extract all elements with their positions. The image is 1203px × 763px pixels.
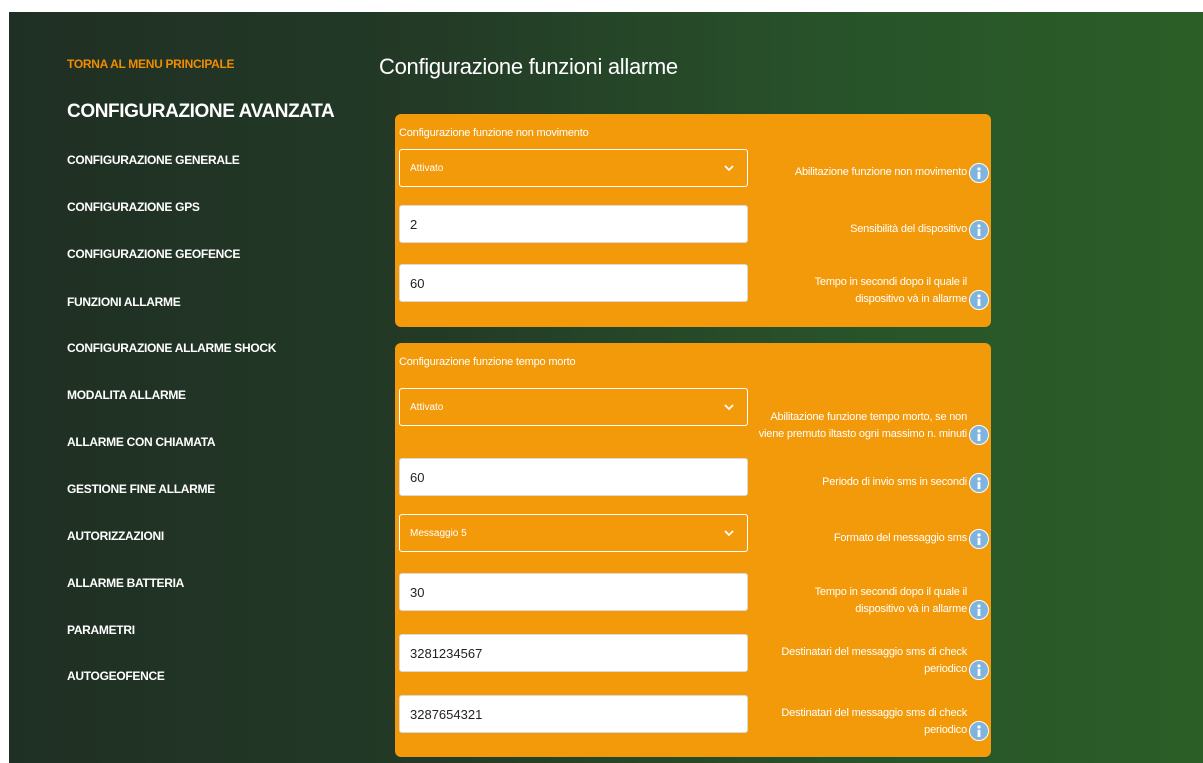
- sidebar-item-funzioni-allarme[interactable]: FUNZIONI ALLARME: [67, 295, 181, 309]
- description-text: Abilitazione funzione tempo morto, se no…: [758, 411, 967, 440]
- info-icon[interactable]: [969, 290, 989, 310]
- field-description: Destinatari del messaggio sms di check p…: [753, 691, 989, 741]
- sidebar-item-configurazione-generale[interactable]: CONFIGURAZIONE GENERALE: [67, 153, 240, 167]
- description-text: Tempo in secondi dopo il quale il dispos…: [814, 276, 968, 305]
- destinatari-sms-input-2[interactable]: [399, 695, 748, 733]
- info-icon[interactable]: [969, 660, 989, 680]
- sidebar-item-autorizzazioni[interactable]: AUTORIZZAZIONI: [67, 529, 164, 543]
- sidebar-item-autogeofence[interactable]: AUTOGEOFENCE: [67, 669, 165, 683]
- destinatari-sms-input-1[interactable]: [399, 634, 748, 672]
- field-description: Abilitazione funzione tempo morto, se no…: [753, 377, 989, 445]
- field-description: Tempo in secondi dopo il quale il dispos…: [779, 260, 989, 310]
- info-icon[interactable]: [969, 163, 989, 183]
- tempo-allarme-input[interactable]: [399, 264, 748, 302]
- field-description: Tempo in secondi dopo il quale il dispos…: [779, 570, 989, 620]
- sidebar-heading: CONFIGURAZIONE AVANZATA: [67, 101, 335, 122]
- app-window: TORNA AL MENU PRINCIPALE CONFIGURAZIONE …: [9, 12, 1203, 763]
- field-description: Periodo di invio sms in secondi: [753, 467, 989, 493]
- sidebar-item-allarme-batteria[interactable]: ALLARME BATTERIA: [67, 576, 184, 590]
- chevron-down-icon: [721, 399, 737, 415]
- sidebar-item-allarme-con-chiamata[interactable]: ALLARME CON CHIAMATA: [67, 435, 216, 449]
- panel-non-movimento: Configurazione funzione non movimento At…: [395, 114, 991, 327]
- sidebar-item-parametri[interactable]: PARAMETRI: [67, 623, 135, 637]
- info-icon[interactable]: [969, 473, 989, 493]
- info-icon[interactable]: [969, 220, 989, 240]
- select-value: Messaggio 5: [410, 527, 467, 539]
- chevron-down-icon: [721, 525, 737, 541]
- sidebar-item-configurazione-gps[interactable]: CONFIGURAZIONE GPS: [67, 200, 200, 214]
- sidebar-item-gestione-fine-allarme[interactable]: GESTIONE FINE ALLARME: [67, 482, 215, 496]
- sidebar-item-modalita-allarme[interactable]: MODALITA ALLARME: [67, 388, 186, 402]
- select-value: Attivato: [410, 162, 444, 174]
- formato-messaggio-select[interactable]: Messaggio 5: [399, 514, 748, 552]
- sidebar-item-configurazione-geofence[interactable]: CONFIGURAZIONE GEOFENCE: [67, 247, 240, 261]
- abilitazione-tempo-morto-select[interactable]: Attivato: [399, 388, 748, 426]
- sidebar-item-configurazione-allarme-shock[interactable]: CONFIGURAZIONE ALLARME SHOCK: [67, 341, 276, 355]
- panel-title: Configurazione funzione tempo morto: [399, 356, 576, 368]
- field-description: Formato del messaggio sms: [753, 523, 989, 549]
- select-value: Attivato: [410, 401, 444, 413]
- description-text: Sensibilità del dispositivo: [850, 223, 967, 235]
- sidebar: TORNA AL MENU PRINCIPALE CONFIGURAZIONE …: [9, 12, 369, 763]
- description-text: Destinatari del messaggio sms di check p…: [781, 646, 967, 675]
- field-description: Abilitazione funzione non movimento: [753, 157, 989, 183]
- panel-tempo-morto: Configurazione funzione tempo morto Atti…: [395, 343, 991, 757]
- sensibilita-input[interactable]: [399, 205, 748, 243]
- description-text: Tempo in secondi dopo il quale il dispos…: [814, 586, 968, 615]
- info-icon[interactable]: [969, 600, 989, 620]
- tempo-allarme-tempo-morto-input[interactable]: [399, 573, 748, 611]
- abilitazione-non-movimento-select[interactable]: Attivato: [399, 149, 748, 187]
- info-icon[interactable]: [969, 529, 989, 549]
- periodo-invio-sms-input[interactable]: [399, 458, 748, 496]
- field-description: Sensibilità del dispositivo: [753, 214, 989, 240]
- description-text: Abilitazione funzione non movimento: [794, 166, 967, 178]
- chevron-down-icon: [721, 160, 737, 176]
- panel-title: Configurazione funzione non movimento: [399, 127, 589, 139]
- field-description: Destinatari del messaggio sms di check p…: [753, 630, 989, 680]
- page-title: Configurazione funzioni allarme: [379, 54, 678, 79]
- back-to-main-menu-link[interactable]: TORNA AL MENU PRINCIPALE: [67, 57, 235, 71]
- info-icon[interactable]: [969, 721, 989, 741]
- info-icon[interactable]: [969, 425, 989, 445]
- description-text: Destinatari del messaggio sms di check p…: [781, 707, 967, 736]
- description-text: Formato del messaggio sms: [833, 532, 967, 544]
- description-text: Periodo di invio sms in secondi: [822, 476, 967, 488]
